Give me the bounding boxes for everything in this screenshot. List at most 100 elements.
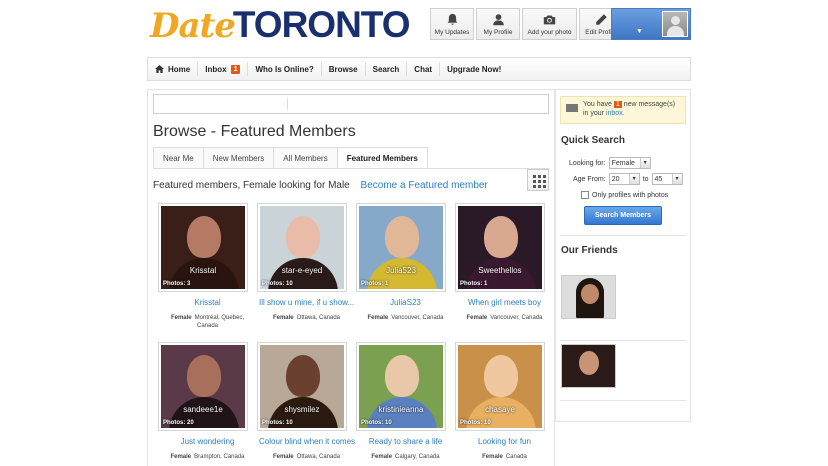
- member-headline-link[interactable]: Just wondering: [158, 437, 257, 446]
- nav-browse[interactable]: Browse: [322, 62, 366, 76]
- main-content: Browse - Featured Members Near Me New Me…: [147, 89, 555, 466]
- member-headline-link[interactable]: Ready to share a life: [356, 437, 455, 446]
- nav-chat[interactable]: Chat: [407, 62, 441, 76]
- member-location: Brampton, Canada: [194, 454, 245, 460]
- member-headline-link[interactable]: Ill show u mine, if u show...: [257, 298, 356, 307]
- member-photo[interactable]: Krisstal Photos: 3: [158, 203, 248, 292]
- member-headline-link[interactable]: JuliaS23: [356, 298, 455, 307]
- member-username: chasaye: [485, 405, 515, 414]
- member-location: Ottawa, Canada: [296, 454, 341, 460]
- member-headline-link[interactable]: Looking for fun: [455, 437, 554, 446]
- our-friends-heading: Our Friends: [561, 245, 618, 256]
- member-photo[interactable]: Sweethellos Photos: 1: [455, 203, 545, 292]
- age-to-value: 45: [654, 175, 663, 183]
- tab-featured-members[interactable]: Featured Members: [336, 147, 428, 169]
- member-card[interactable]: shysmilez Photos: 10 Colour blind when it …: [257, 342, 356, 461]
- friend-photo[interactable]: [561, 344, 616, 388]
- member-username: Sweethellos: [478, 266, 522, 275]
- tab-all-members[interactable]: All Members: [273, 147, 337, 169]
- member-photo[interactable]: kristinieanna Photos: 10: [356, 342, 446, 431]
- nav-search[interactable]: Search: [366, 62, 408, 76]
- only-photos-checkbox[interactable]: [581, 191, 589, 199]
- member-photo-count: Photos: 1: [460, 281, 488, 287]
- tab-new-members[interactable]: New Members: [202, 147, 274, 169]
- member-location: Ottawa, Canada: [296, 315, 341, 321]
- member-gender: Female: [466, 315, 488, 321]
- member-location: Vancouver, Canada: [490, 315, 543, 321]
- browse-tabs: Near Me New Members All Members Featured…: [153, 147, 428, 169]
- new-message-notice: You have 1 new message(s) in your inbox.: [560, 96, 686, 124]
- member-username: star-e-eyed: [281, 266, 323, 275]
- tab-near-me[interactable]: Near Me: [153, 147, 203, 169]
- member-username: kristinieanna: [378, 405, 424, 414]
- age-to-label: to: [642, 175, 649, 183]
- member-username: shysmilez: [284, 405, 320, 414]
- nav-home-label: Home: [168, 64, 191, 74]
- member-photo-count: Photos: 10: [361, 420, 392, 426]
- msg-mid: new message(s): [623, 101, 676, 108]
- member-photo[interactable]: shysmilez Photos: 10: [257, 342, 347, 431]
- search-input[interactable]: [153, 94, 549, 114]
- member-photo[interactable]: Julia523 Photos: 1: [356, 203, 446, 292]
- nav-home[interactable]: Home: [148, 62, 199, 76]
- home-icon: [155, 65, 164, 73]
- member-card[interactable]: sandeee1e Photos: 20 Just wondering Female B…: [158, 342, 257, 461]
- friend-photo[interactable]: [561, 275, 616, 319]
- inbox-count-badge: 1: [230, 64, 241, 74]
- grid-view-icon[interactable]: [527, 169, 549, 191]
- nav-inbox-label: Inbox: [205, 64, 227, 74]
- chevron-down-icon: ▾: [628, 174, 639, 184]
- site-logo[interactable]: Date TORONTO: [150, 4, 411, 46]
- looking-for-select[interactable]: Female ▾: [608, 157, 651, 169]
- member-card[interactable]: chasaye Photos: 10 Looking for fun Female Ca…: [455, 342, 554, 461]
- member-username: sandeee1e: [183, 405, 223, 414]
- member-photo[interactable]: star-e-eyed Photos: 10: [257, 203, 347, 292]
- member-location: Canada: [505, 454, 527, 460]
- inbox-link[interactable]: inbox.: [606, 110, 625, 117]
- looking-for-value: Female: [611, 159, 635, 167]
- looking-for-row: Looking for: Female ▾: [569, 157, 654, 169]
- member-meta: Female Vancouver, Canada: [455, 314, 554, 322]
- member-gender: Female: [272, 454, 294, 460]
- member-photo[interactable]: sandeee1e Photos: 20: [158, 342, 248, 431]
- my-updates-button[interactable]: My Updates: [430, 8, 474, 40]
- member-card[interactable]: Julia523 Photos: 1 JuliaS23 Female Vancouver…: [356, 203, 455, 330]
- age-from-select[interactable]: 20 ▾: [608, 173, 640, 185]
- member-photo-count: Photos: 20: [163, 420, 194, 426]
- member-card[interactable]: star-e-eyed Photos: 10 Ill show u mine, if…: [257, 203, 356, 330]
- message-count-badge: 1: [613, 101, 622, 108]
- age-to-select[interactable]: 45 ▾: [651, 173, 683, 185]
- nav-upgrade[interactable]: Upgrade Now!: [440, 62, 508, 76]
- member-headline-link[interactable]: When girl meets boy: [455, 298, 554, 307]
- member-gender: Female: [170, 315, 192, 321]
- my-profile-button[interactable]: My Profile: [476, 8, 520, 40]
- member-photo[interactable]: chasaye Photos: 10: [455, 342, 545, 431]
- member-gender: Female: [170, 454, 192, 460]
- envelope-icon: [566, 104, 578, 112]
- member-card[interactable]: kristinieanna Photos: 10 Ready to share a …: [356, 342, 455, 461]
- top-icon-nav: My Updates My Profile Add your photo Edi…: [430, 8, 623, 40]
- my-updates-label: My Updates: [434, 29, 470, 36]
- member-headline-link[interactable]: Colour blind when it comes...: [257, 437, 356, 446]
- quick-search-heading: Quick Search: [561, 135, 625, 146]
- age-from-value: 20: [611, 175, 620, 183]
- become-featured-link[interactable]: Become a Featured member: [361, 180, 488, 191]
- nav-inbox[interactable]: Inbox 1: [198, 62, 249, 76]
- logo-toronto-text: TORONTO: [232, 4, 411, 45]
- featured-description: Featured members, Female looking for Mal…: [153, 180, 488, 191]
- member-headline-link[interactable]: Krisstal: [158, 298, 257, 307]
- nav-who-online[interactable]: Who Is Online?: [248, 62, 322, 76]
- add-photo-button[interactable]: Add your photo: [522, 8, 577, 40]
- pencil-icon: [595, 14, 607, 25]
- member-card[interactable]: Krisstal Photos: 3 Krisstal Female Montréal,…: [158, 203, 257, 330]
- add-photo-label: Add your photo: [527, 29, 572, 36]
- avatar: [662, 11, 688, 37]
- looking-for-label: Looking for:: [569, 159, 606, 167]
- member-username: Krisstal: [189, 266, 217, 275]
- member-card[interactable]: Sweethellos Photos: 1 When girl meets boy F…: [455, 203, 554, 330]
- logo-date-text: Date: [150, 6, 236, 46]
- main-nav: Home Inbox 1 Who Is Online? Browse Searc…: [147, 57, 691, 81]
- user-account-menu[interactable]: ▼: [611, 8, 691, 40]
- chevron-down-icon: ▾: [639, 158, 650, 168]
- search-members-button[interactable]: Search Members: [584, 206, 662, 225]
